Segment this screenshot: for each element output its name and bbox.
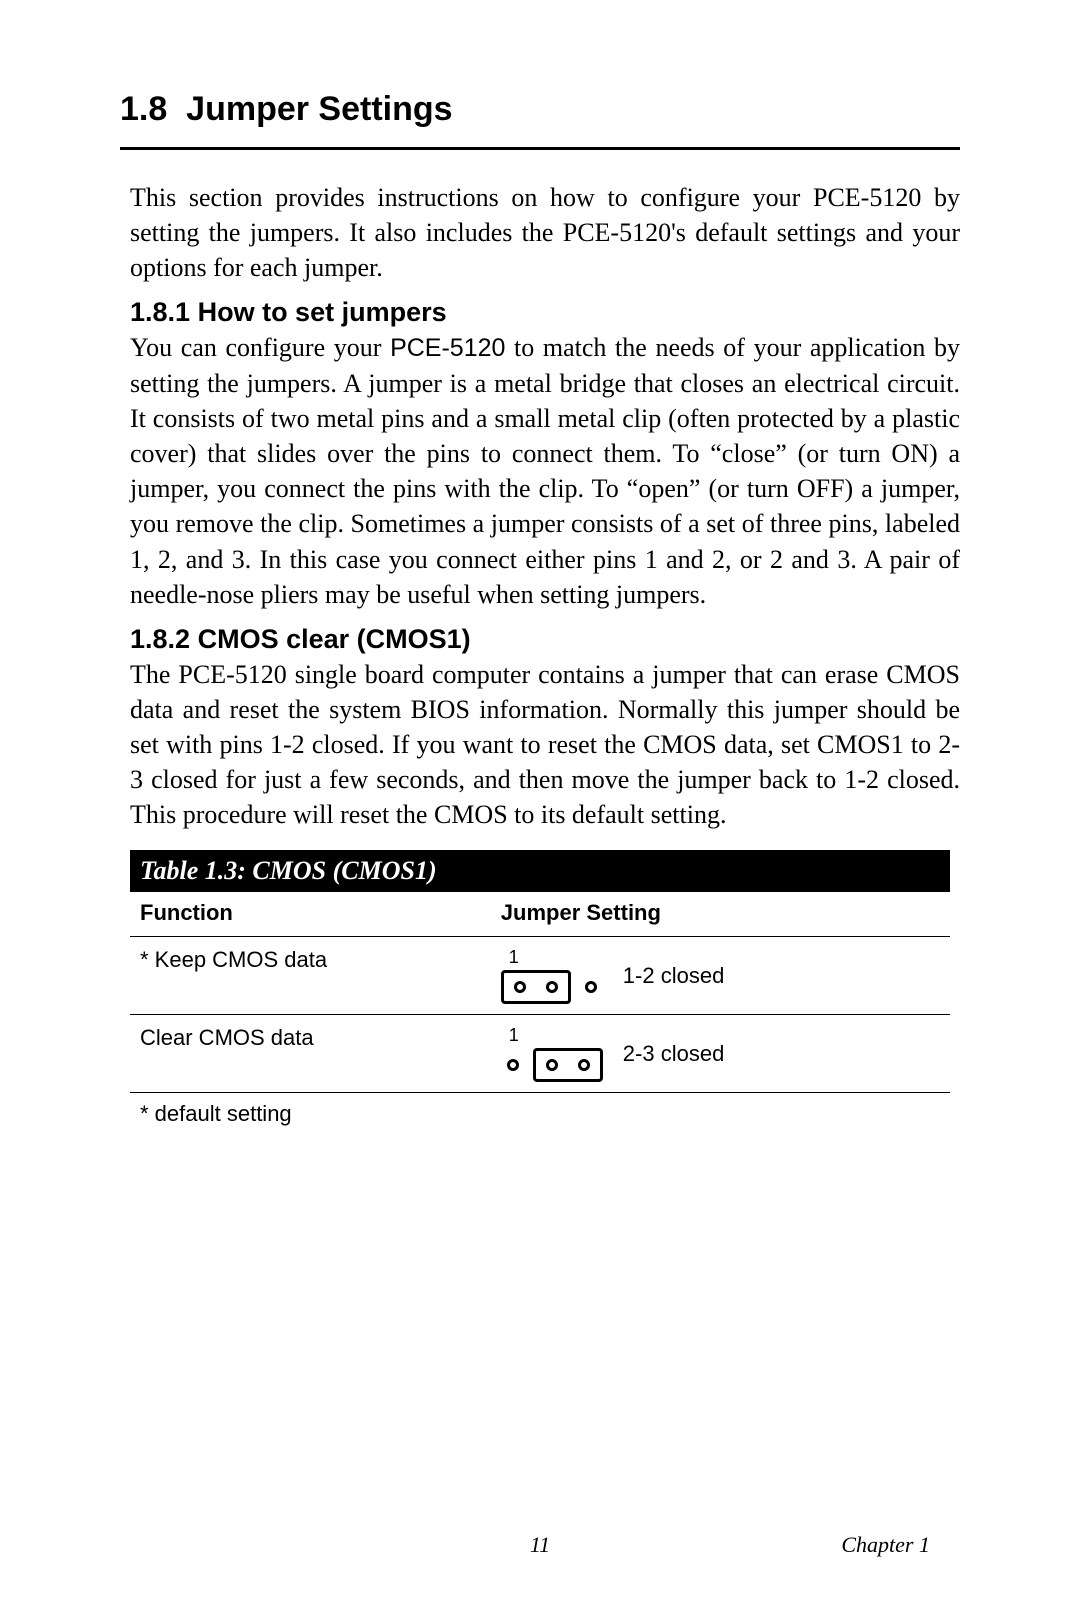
jumper-pin-icon bbox=[540, 975, 564, 999]
section-heading: 1.8 Jumper Settings bbox=[120, 90, 960, 129]
subsection-text-1: You can configure your PCE-5120 to match… bbox=[130, 330, 960, 611]
jumper-bridge-icon bbox=[533, 1048, 603, 1082]
pin-1-label: 1 bbox=[509, 947, 519, 968]
subsection-title: How to set jumpers bbox=[198, 297, 447, 327]
jumper-pin-icon bbox=[508, 975, 532, 999]
table-caption: Table 1.3: CMOS (CMOS1) bbox=[130, 850, 950, 892]
section-title: Jumper Settings bbox=[186, 90, 452, 128]
document-page: 1.8 Jumper Settings This section provide… bbox=[0, 0, 1080, 1618]
table-row: * Keep CMOS data 1 1-2 closed bbox=[130, 937, 950, 1015]
subsection-title: CMOS clear (CMOS1) bbox=[198, 624, 471, 654]
page-footer: 11 Chapter 1 bbox=[0, 1532, 1080, 1558]
table-cell-function: Clear CMOS data bbox=[130, 1015, 491, 1093]
jumper-setting-block: 1 1-2 closed bbox=[501, 947, 940, 1004]
table-cell-setting: 1 1-2 closed bbox=[491, 937, 950, 1015]
subsection-heading-2: 1.8.2 CMOS clear (CMOS1) bbox=[130, 624, 960, 655]
table-footnote: * default setting bbox=[130, 1093, 950, 1136]
table-cell-function: * Keep CMOS data bbox=[130, 937, 491, 1015]
product-name: PCE-5120 bbox=[390, 334, 505, 362]
table-row: Clear CMOS data 1 2-3 closed bbox=[130, 1015, 950, 1093]
jumper-setting-label: 2-3 closed bbox=[623, 1041, 725, 1067]
text-prefix: You can configure your bbox=[130, 333, 390, 362]
table-title-row: Table 1.3: CMOS (CMOS1) bbox=[130, 850, 950, 892]
jumper-diagram: 1 bbox=[501, 1025, 603, 1082]
table-header-setting: Jumper Setting bbox=[491, 892, 950, 937]
section-rule bbox=[120, 147, 960, 150]
text-suffix: to match the needs of your application b… bbox=[130, 333, 960, 608]
subsection-number: 1.8.2 bbox=[130, 624, 190, 654]
table-header-row: Function Jumper Setting bbox=[130, 892, 950, 937]
jumper-pin-icon bbox=[540, 1053, 564, 1077]
jumper-pin-row bbox=[501, 970, 603, 1004]
subsection-number: 1.8.1 bbox=[130, 297, 190, 327]
jumper-bridge-icon bbox=[501, 970, 571, 1004]
table-cell-setting: 1 2-3 closed bbox=[491, 1015, 950, 1093]
table-footnote-row: * default setting bbox=[130, 1093, 950, 1136]
cmos-table: Table 1.3: CMOS (CMOS1) Function Jumper … bbox=[130, 850, 950, 1135]
subsection-heading-1: 1.8.1 How to set jumpers bbox=[130, 297, 960, 328]
jumper-pin-icon bbox=[501, 1053, 525, 1077]
subsection-text-2: The PCE-5120 single board computer conta… bbox=[130, 657, 960, 832]
pin-1-label: 1 bbox=[509, 1025, 519, 1046]
jumper-pin-icon bbox=[579, 975, 603, 999]
section-number: 1.8 bbox=[120, 90, 167, 128]
jumper-pin-icon bbox=[572, 1053, 596, 1077]
jumper-setting-block: 1 2-3 closed bbox=[501, 1025, 940, 1082]
jumper-diagram: 1 bbox=[501, 947, 603, 1004]
jumper-setting-label: 1-2 closed bbox=[623, 963, 725, 989]
table-header-function: Function bbox=[130, 892, 491, 937]
jumper-pin-row bbox=[501, 1048, 603, 1082]
chapter-label: Chapter 1 bbox=[841, 1532, 930, 1558]
section-intro: This section provides instructions on ho… bbox=[130, 180, 960, 285]
